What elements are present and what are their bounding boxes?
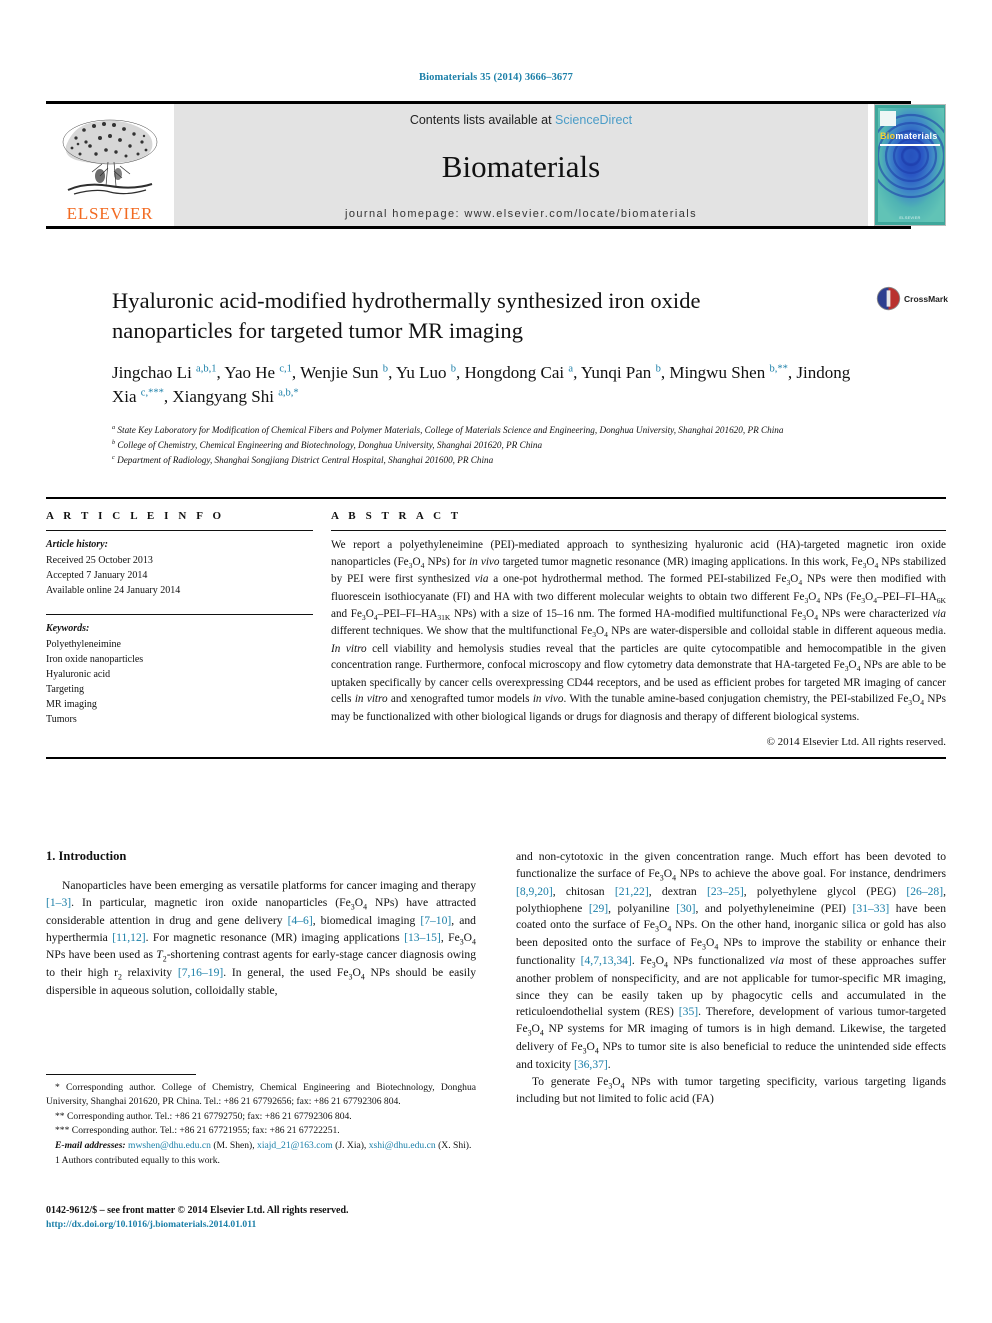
- info-abstract-panel: A R T I C L E I N F O Article history: R…: [46, 497, 946, 760]
- article-history-group: Article history: Received 25 October 201…: [46, 537, 313, 598]
- masthead-bottom-rule: [46, 226, 911, 229]
- abstract-rule: [331, 530, 946, 532]
- affiliation-b: b College of Chemistry, Chemical Enginee…: [112, 439, 543, 451]
- article-history-label: Article history:: [46, 539, 108, 551]
- journal-title: Biomaterials: [441, 149, 601, 184]
- page-title: Hyaluronic acid-modified hydrothermally …: [112, 286, 852, 346]
- abstract-copyright: © 2014 Elsevier Ltd. All rights reserved…: [766, 736, 946, 749]
- keyword-item: Iron oxide nanoparticles: [46, 653, 144, 665]
- keyword-item: Targeting: [46, 684, 84, 696]
- section-heading-introduction: 1. Introduction: [46, 849, 127, 863]
- cover-title-materials: materials: [895, 131, 938, 141]
- affiliation-a: a State Key Laboratory for Modification …: [112, 424, 784, 436]
- keyword-item: MR imaging: [46, 699, 97, 711]
- elsevier-logo: ELSEVIER: [46, 104, 174, 226]
- keyword-item: Tumors: [46, 714, 77, 726]
- front-matter-line: 0142-9612/$ – see front matter © 2014 El…: [46, 1205, 349, 1216]
- elsevier-tree-icon: [62, 119, 158, 195]
- cover-publisher: ELSEVIER: [899, 215, 921, 220]
- cover-logo-box: [880, 111, 896, 126]
- panel-bottom-rule: [46, 757, 946, 760]
- footnote-corresponding-2: ** Corresponding author. Tel.: +86 21 67…: [55, 1110, 352, 1122]
- title-block: Hyaluronic acid-modified hydrothermally …: [112, 286, 852, 468]
- crossmark-icon: [876, 286, 901, 311]
- intro-paragraph-left: Nanoparticles have been emerging as vers…: [46, 879, 476, 997]
- crossmark-label: CrossMark: [904, 293, 948, 304]
- sciencedirect-link[interactable]: ScienceDirect: [555, 113, 632, 127]
- contents-available-line: Contents lists available at ScienceDirec…: [410, 113, 632, 127]
- left-column: 1. Introduction Nanoparticles have been …: [46, 849, 476, 1108]
- abstract-body: We report a polyethyleneimine (PEI)-medi…: [331, 539, 947, 723]
- keyword-item: Hyaluronic acid: [46, 668, 111, 680]
- footnote-corresponding-1: * Corresponding author. College of Chemi…: [46, 1082, 476, 1107]
- author-list: Jingchao Li a,b,1, Yao He c,1, Wenjie Su…: [112, 362, 851, 406]
- intro-paragraph-right-2: To generate Fe3O4 NPs with tumor targeti…: [516, 1074, 947, 1106]
- intro-paragraph-right-1: and non-cytotoxic in the given concentra…: [516, 850, 947, 1071]
- cover-title-bio: Bio: [880, 131, 896, 141]
- keywords-rule: [46, 614, 313, 616]
- contents-prefix: Contents lists available at: [409, 113, 556, 127]
- right-column: and non-cytotoxic in the given concentra…: [516, 849, 946, 1108]
- keywords-group: Keywords: Polyethyleneimine Iron oxide n…: [46, 621, 313, 727]
- article-info-heading: A R T I C L E I N F O: [46, 510, 225, 523]
- journal-homepage-link[interactable]: journal homepage: www.elsevier.com/locat…: [345, 208, 697, 222]
- affiliation-c: c Department of Radiology, Shanghai Song…: [112, 453, 494, 465]
- history-accepted: Accepted 7 January 2014: [46, 569, 148, 581]
- running-head: Biomaterials 35 (2014) 3666–3677: [419, 72, 573, 83]
- cover-underline: [880, 144, 940, 146]
- email-addresses-label: E-mail addresses:: [55, 1140, 126, 1152]
- abstract-heading: A B S T R A C T: [331, 510, 462, 523]
- footnote-corresponding-3: *** Corresponding author. Tel.: +86 21 6…: [55, 1125, 340, 1137]
- imprint-block: 0142-9612/$ – see front matter © 2014 El…: [46, 1203, 486, 1232]
- footnote-emails[interactable]: E-mail addresses: mwshen@dhu.edu.cn (M. …: [46, 1139, 476, 1153]
- paper-title-line2: nanoparticles for targeted tumor MR imag…: [112, 317, 524, 343]
- affiliations: a State Key Laboratory for Modification …: [112, 423, 852, 467]
- abstract-column: A B S T R A C T We report a polyethylene…: [331, 510, 946, 748]
- elsevier-wordmark: ELSEVIER: [66, 204, 154, 223]
- keywords-label: Keywords:: [46, 623, 90, 635]
- masthead-center: Contents lists available at ScienceDirec…: [174, 104, 868, 226]
- body-columns: 1. Introduction Nanoparticles have been …: [46, 849, 946, 1108]
- cover-title: Biomaterials: [880, 131, 938, 141]
- footnote-equal-contribution: 1 Authors contributed equally to this wo…: [55, 1155, 220, 1167]
- journal-cover-thumbnail: Biomaterials ELSEVIER: [874, 104, 946, 226]
- footnotes-block: * Corresponding author. College of Chemi…: [46, 1074, 476, 1169]
- keyword-item: Polyethyleneimine: [46, 638, 121, 650]
- article-info-rule: [46, 530, 313, 532]
- paper-title-line1: Hyaluronic acid-modified hydrothermally …: [112, 288, 701, 313]
- article-info-column: A R T I C L E I N F O Article history: R…: [46, 510, 331, 748]
- email-addresses-list[interactable]: mwshen@dhu.edu.cn (M. Shen), xiajd_21@16…: [128, 1140, 471, 1151]
- history-available-online: Available online 24 January 2014: [46, 584, 181, 596]
- journal-masthead: ELSEVIER Contents lists available at Sci…: [46, 101, 946, 229]
- crossmark-badge[interactable]: CrossMark: [876, 286, 952, 311]
- history-received: Received 25 October 2013: [46, 554, 153, 566]
- doi-link[interactable]: http://dx.doi.org/10.1016/j.biomaterials…: [46, 1218, 486, 1232]
- paper-page: Biomaterials 35 (2014) 3666–3677 ELSEVIE…: [0, 0, 992, 1323]
- footnote-rule: [46, 1074, 196, 1075]
